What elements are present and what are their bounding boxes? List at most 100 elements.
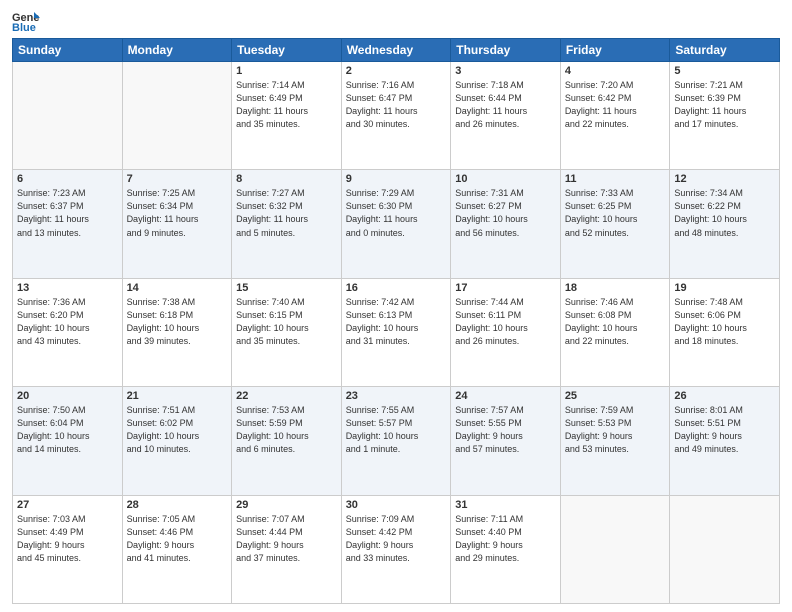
calendar-cell: 5 Sunrise: 7:21 AM Sunset: 6:39 PM Daylig… [670,62,780,170]
day-info: Sunrise: 7:57 AM Sunset: 5:55 PM Dayligh… [455,404,556,456]
day-info: Sunrise: 7:18 AM Sunset: 6:44 PM Dayligh… [455,79,556,131]
col-header-wednesday: Wednesday [341,39,451,62]
calendar-cell: 29 Sunrise: 7:07 AM Sunset: 4:44 PM Dayli… [232,495,342,603]
col-header-sunday: Sunday [13,39,123,62]
calendar-cell: 3 Sunrise: 7:18 AM Sunset: 6:44 PM Daylig… [451,62,561,170]
calendar-cell: 24 Sunrise: 7:57 AM Sunset: 5:55 PM Dayli… [451,387,561,495]
day-info: Sunrise: 7:09 AM Sunset: 4:42 PM Dayligh… [346,513,447,565]
calendar-cell: 7Sunrise: 7:25 AM Sunset: 6:34 PM Daylig… [122,170,232,278]
calendar-cell: 31 Sunrise: 7:11 AM Sunset: 4:40 PM Dayli… [451,495,561,603]
day-number: 24 [455,390,556,402]
day-info: Sunrise: 7:34 AM Sunset: 6:22 PM Dayligh… [674,187,775,239]
day-info: Sunrise: 7:07 AM Sunset: 4:44 PM Dayligh… [236,513,337,565]
calendar-cell: 17Sunrise: 7:44 AM Sunset: 6:11 PM Dayli… [451,278,561,386]
day-info: Sunrise: 7:50 AM Sunset: 6:04 PM Dayligh… [17,404,118,456]
col-header-tuesday: Tuesday [232,39,342,62]
day-number: 29 [236,499,337,511]
day-number: 18 [565,282,666,294]
day-number: 6 [17,173,118,185]
day-number: 1 [236,65,337,77]
calendar-cell: 22 Sunrise: 7:53 AM Sunset: 5:59 PM Dayli… [232,387,342,495]
calendar-cell: 6 Sunrise: 7:23 AM Sunset: 6:37 PM Daylig… [13,170,123,278]
day-info: Sunrise: 7:38 AM Sunset: 6:18 PM Dayligh… [127,296,228,348]
calendar-cell: 2 Sunrise: 7:16 AM Sunset: 6:47 PM Daylig… [341,62,451,170]
day-info: Sunrise: 7:51 AM Sunset: 6:02 PM Dayligh… [127,404,228,456]
calendar-cell: 10 Sunrise: 7:31 AM Sunset: 6:27 PM Dayli… [451,170,561,278]
day-info: Sunrise: 7:33 AM Sunset: 6:25 PM Dayligh… [565,187,666,239]
calendar-week-row: 27 Sunrise: 7:03 AM Sunset: 4:49 PM Dayli… [13,495,780,603]
day-number: 10 [455,173,556,185]
day-number: 30 [346,499,447,511]
day-info: Sunrise: 7:16 AM Sunset: 6:47 PM Dayligh… [346,79,447,131]
calendar-cell: 25Sunrise: 7:59 AM Sunset: 5:53 PM Dayli… [560,387,670,495]
calendar-cell: 27 Sunrise: 7:03 AM Sunset: 4:49 PM Dayli… [13,495,123,603]
calendar-cell [560,495,670,603]
day-info: Sunrise: 7:31 AM Sunset: 6:27 PM Dayligh… [455,187,556,239]
day-number: 20 [17,390,118,402]
col-header-thursday: Thursday [451,39,561,62]
day-number: 3 [455,65,556,77]
calendar-cell: 19 Sunrise: 7:48 AM Sunset: 6:06 PM Dayli… [670,278,780,386]
day-info: Sunrise: 7:25 AM Sunset: 6:34 PM Dayligh… [127,187,228,239]
calendar-cell: 9Sunrise: 7:29 AM Sunset: 6:30 PM Daylig… [341,170,451,278]
calendar-cell: 30 Sunrise: 7:09 AM Sunset: 4:42 PM Dayli… [341,495,451,603]
day-number: 15 [236,282,337,294]
calendar-header-row: SundayMondayTuesdayWednesdayThursdayFrid… [13,39,780,62]
calendar-cell [670,495,780,603]
day-info: Sunrise: 7:48 AM Sunset: 6:06 PM Dayligh… [674,296,775,348]
calendar-cell: 16 Sunrise: 7:42 AM Sunset: 6:13 PM Dayli… [341,278,451,386]
header: General Blue [12,10,780,32]
day-info: Sunrise: 7:23 AM Sunset: 6:37 PM Dayligh… [17,187,118,239]
col-header-friday: Friday [560,39,670,62]
calendar-cell: 8Sunrise: 7:27 AM Sunset: 6:32 PM Daylig… [232,170,342,278]
col-header-saturday: Saturday [670,39,780,62]
day-number: 22 [236,390,337,402]
day-number: 4 [565,65,666,77]
day-info: Sunrise: 7:42 AM Sunset: 6:13 PM Dayligh… [346,296,447,348]
calendar-cell: 13 Sunrise: 7:36 AM Sunset: 6:20 PM Dayli… [13,278,123,386]
day-number: 11 [565,173,666,185]
page-container: General Blue SundayMondayTuesdayWednesda… [0,0,792,612]
calendar-cell: 26 Sunrise: 8:01 AM Sunset: 5:51 PM Dayli… [670,387,780,495]
day-number: 16 [346,282,447,294]
day-number: 19 [674,282,775,294]
day-info: Sunrise: 7:11 AM Sunset: 4:40 PM Dayligh… [455,513,556,565]
day-info: Sunrise: 7:36 AM Sunset: 6:20 PM Dayligh… [17,296,118,348]
calendar-week-row: 1 Sunrise: 7:14 AM Sunset: 6:49 PM Daylig… [13,62,780,170]
day-number: 28 [127,499,228,511]
day-info: Sunrise: 7:46 AM Sunset: 6:08 PM Dayligh… [565,296,666,348]
day-number: 12 [674,173,775,185]
day-info: Sunrise: 7:14 AM Sunset: 6:49 PM Dayligh… [236,79,337,131]
calendar-cell: 28 Sunrise: 7:05 AM Sunset: 4:46 PM Dayli… [122,495,232,603]
day-info: Sunrise: 7:53 AM Sunset: 5:59 PM Dayligh… [236,404,337,456]
calendar-week-row: 20 Sunrise: 7:50 AM Sunset: 6:04 PM Dayli… [13,387,780,495]
day-info: Sunrise: 8:01 AM Sunset: 5:51 PM Dayligh… [674,404,775,456]
day-number: 21 [127,390,228,402]
day-info: Sunrise: 7:03 AM Sunset: 4:49 PM Dayligh… [17,513,118,565]
calendar-cell [122,62,232,170]
col-header-monday: Monday [122,39,232,62]
day-number: 9 [346,173,447,185]
calendar-cell: 4 Sunrise: 7:20 AM Sunset: 6:42 PM Daylig… [560,62,670,170]
logo-icon: General Blue [12,10,40,32]
svg-text:Blue: Blue [12,22,36,32]
day-info: Sunrise: 7:40 AM Sunset: 6:15 PM Dayligh… [236,296,337,348]
day-number: 5 [674,65,775,77]
logo: General Blue [12,10,44,32]
day-number: 14 [127,282,228,294]
calendar-cell: 1 Sunrise: 7:14 AM Sunset: 6:49 PM Daylig… [232,62,342,170]
day-info: Sunrise: 7:55 AM Sunset: 5:57 PM Dayligh… [346,404,447,456]
calendar-cell: 14 Sunrise: 7:38 AM Sunset: 6:18 PM Dayli… [122,278,232,386]
day-info: Sunrise: 7:59 AM Sunset: 5:53 PM Dayligh… [565,404,666,456]
day-number: 27 [17,499,118,511]
day-info: Sunrise: 7:21 AM Sunset: 6:39 PM Dayligh… [674,79,775,131]
day-number: 13 [17,282,118,294]
calendar-cell: 23Sunrise: 7:55 AM Sunset: 5:57 PM Dayli… [341,387,451,495]
day-info: Sunrise: 7:20 AM Sunset: 6:42 PM Dayligh… [565,79,666,131]
calendar-cell: 11 Sunrise: 7:33 AM Sunset: 6:25 PM Dayli… [560,170,670,278]
day-number: 2 [346,65,447,77]
day-info: Sunrise: 7:05 AM Sunset: 4:46 PM Dayligh… [127,513,228,565]
calendar-table: SundayMondayTuesdayWednesdayThursdayFrid… [12,38,780,604]
day-number: 31 [455,499,556,511]
day-number: 26 [674,390,775,402]
